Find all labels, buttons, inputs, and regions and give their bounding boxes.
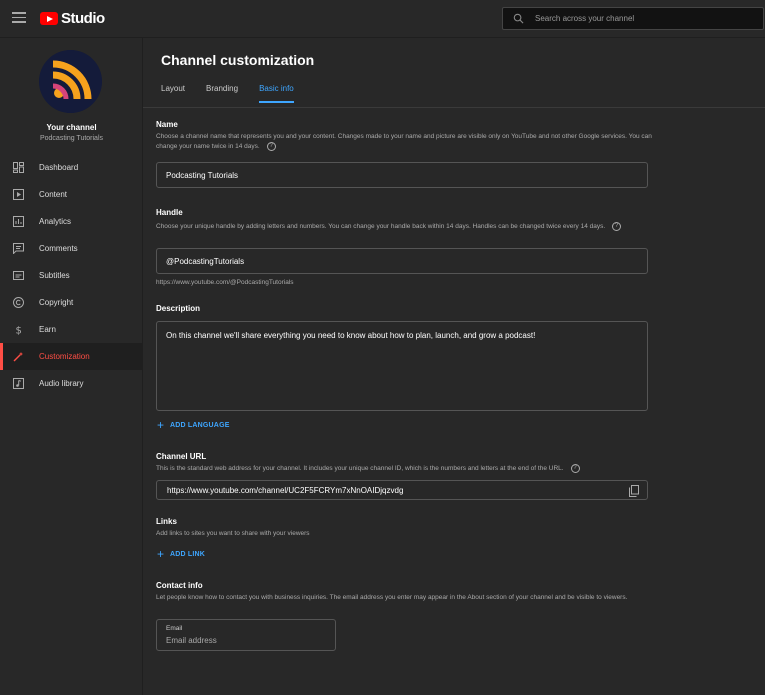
email-input[interactable] bbox=[166, 636, 326, 645]
channel-title: Your channel bbox=[46, 123, 97, 132]
contact-section-desc: Let people know how to contact you with … bbox=[156, 594, 628, 601]
channel-name: Podcasting Tutorials bbox=[39, 135, 104, 142]
customization-icon bbox=[13, 351, 24, 362]
sidebar-item-earn[interactable]: $ Earn bbox=[0, 316, 143, 343]
search-input[interactable] bbox=[535, 14, 755, 23]
handle-url: https://www.youtube.com/@PodcastingTutor… bbox=[156, 279, 294, 286]
handle-field[interactable] bbox=[156, 248, 648, 274]
top-bar: Studio bbox=[0, 0, 765, 38]
channel-url-section-title: Channel URL bbox=[156, 452, 207, 461]
email-field[interactable]: Email bbox=[156, 619, 336, 651]
search-bar[interactable] bbox=[502, 7, 764, 30]
name-section-title: Name bbox=[156, 120, 178, 129]
add-link-label: ADD LINK bbox=[170, 550, 206, 558]
sidebar-item-label: Earn bbox=[39, 325, 56, 334]
tab-branding[interactable]: Branding bbox=[206, 84, 238, 103]
earn-icon: $ bbox=[13, 324, 24, 336]
channel-url-field[interactable]: https://www.youtube.com/channel/UC2F5FCR… bbox=[156, 480, 648, 500]
description-field[interactable]: On this channel we'll share everything y… bbox=[156, 321, 648, 411]
studio-logo[interactable]: Studio bbox=[40, 10, 105, 27]
sidebar-item-dashboard[interactable]: Dashboard bbox=[0, 154, 143, 181]
sidebar-item-content[interactable]: Content bbox=[0, 181, 143, 208]
sidebar-nav: Dashboard Content Analytics Comments Sub… bbox=[0, 154, 143, 397]
channel-url-desc-text: This is the standard web address for you… bbox=[156, 465, 564, 473]
dashboard-icon bbox=[13, 162, 24, 173]
add-language-label: ADD LANGUAGE bbox=[170, 421, 230, 429]
sidebar-item-subtitles[interactable]: Subtitles bbox=[0, 262, 143, 289]
channel-url-section-desc: This is the standard web address for you… bbox=[156, 464, 656, 474]
comments-icon bbox=[13, 243, 24, 254]
email-label: Email bbox=[166, 625, 183, 632]
tab-layout[interactable]: Layout bbox=[161, 84, 185, 103]
contact-section-title: Contact info bbox=[156, 581, 203, 590]
add-link-button[interactable]: + ADD LINK bbox=[157, 547, 206, 561]
sidebar-item-copyright[interactable]: Copyright bbox=[0, 289, 143, 316]
tab-basic-info[interactable]: Basic info bbox=[259, 84, 294, 103]
handle-section-title: Handle bbox=[156, 208, 183, 217]
name-field[interactable] bbox=[156, 162, 648, 188]
name-desc-text: Choose a channel name that represents yo… bbox=[156, 133, 652, 151]
main-content: Channel customization Layout Branding Ba… bbox=[143, 38, 765, 695]
sidebar-item-label: Subtitles bbox=[39, 271, 70, 280]
audio-library-icon bbox=[13, 378, 24, 389]
sidebar-item-label: Analytics bbox=[39, 217, 72, 226]
analytics-icon bbox=[13, 216, 24, 227]
content-icon bbox=[13, 189, 24, 200]
handle-input[interactable] bbox=[166, 249, 636, 273]
links-section-desc: Add links to sites you want to share wit… bbox=[156, 530, 310, 537]
handle-section-desc: Choose your unique handle by adding lett… bbox=[156, 222, 656, 232]
sidebar-item-comments[interactable]: Comments bbox=[0, 235, 143, 262]
handle-desc-text: Choose your unique handle by adding lett… bbox=[156, 223, 606, 231]
links-section-title: Links bbox=[156, 517, 177, 526]
plus-icon: + bbox=[157, 418, 165, 432]
tabs-divider bbox=[143, 107, 765, 108]
description-section-title: Description bbox=[156, 304, 201, 313]
channel-url-value[interactable]: https://www.youtube.com/channel/UC2F5FCR… bbox=[167, 486, 403, 495]
svg-text:$: $ bbox=[16, 326, 22, 336]
copyright-icon bbox=[13, 297, 24, 308]
name-input[interactable] bbox=[166, 163, 636, 187]
help-icon[interactable]: ? bbox=[612, 222, 622, 231]
plus-icon: + bbox=[157, 547, 165, 561]
tab-bar: Layout Branding Basic info bbox=[161, 84, 315, 103]
add-language-button[interactable]: + ADD LANGUAGE bbox=[157, 418, 230, 432]
sidebar-item-label: Copyright bbox=[39, 298, 74, 307]
sidebar-item-label: Content bbox=[39, 190, 68, 199]
logo-text: Studio bbox=[61, 10, 105, 27]
sidebar-item-label: Comments bbox=[39, 244, 78, 253]
podcast-rss-icon bbox=[39, 50, 102, 113]
search-icon bbox=[513, 13, 524, 24]
sidebar-item-analytics[interactable]: Analytics bbox=[0, 208, 143, 235]
sidebar-item-label: Customization bbox=[39, 352, 90, 361]
sidebar-item-label: Dashboard bbox=[39, 163, 79, 172]
youtube-logo-icon bbox=[40, 12, 58, 25]
sidebar-item-label: Audio library bbox=[39, 379, 84, 388]
help-icon[interactable]: ? bbox=[266, 142, 276, 151]
hamburger-menu-icon[interactable] bbox=[12, 12, 26, 24]
sidebar-item-customization[interactable]: Customization bbox=[0, 343, 143, 370]
subtitles-icon bbox=[13, 270, 24, 281]
description-textarea[interactable]: On this channel we'll share everything y… bbox=[166, 330, 636, 406]
channel-avatar[interactable] bbox=[39, 50, 102, 113]
page-title: Channel customization bbox=[161, 52, 315, 68]
sidebar-item-audio-library[interactable]: Audio library bbox=[0, 370, 143, 397]
sidebar: Your channel Podcasting Tutorials Dashbo… bbox=[0, 38, 143, 695]
help-icon[interactable]: ? bbox=[570, 464, 580, 473]
copy-icon[interactable] bbox=[629, 485, 639, 497]
name-section-desc: Choose a channel name that represents yo… bbox=[156, 132, 656, 152]
